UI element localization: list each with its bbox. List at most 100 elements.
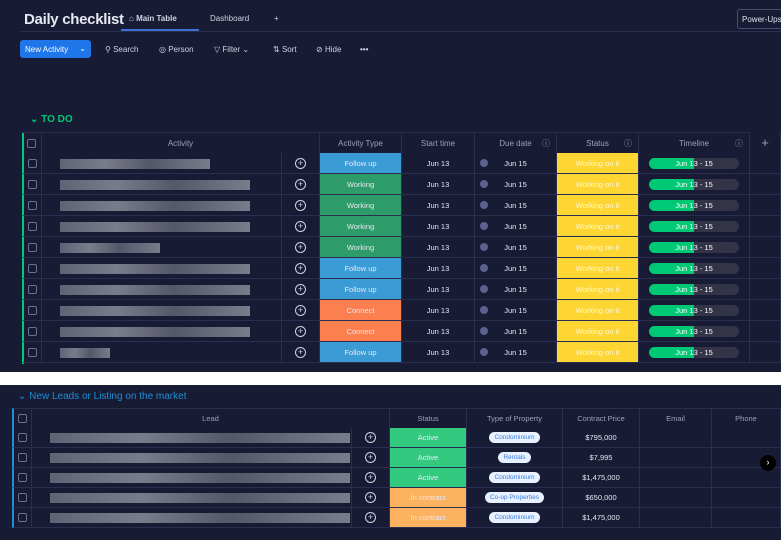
info-icon[interactable]: ⓘ — [735, 138, 743, 149]
row-checkbox[interactable] — [22, 258, 42, 279]
status-cell[interactable]: Working on it — [557, 279, 639, 300]
start-time-cell[interactable]: Jun 13 — [402, 258, 475, 279]
status-cell[interactable]: In contract — [390, 508, 467, 528]
new-activity-button[interactable]: New Activity ⌄ — [20, 40, 91, 58]
property-type-cell[interactable]: Condominium — [467, 508, 563, 528]
start-time-cell[interactable]: Jun 13 — [402, 174, 475, 195]
row-checkbox[interactable] — [22, 300, 42, 321]
activity-type-cell[interactable]: Working — [320, 174, 402, 195]
add-tab-button[interactable]: + — [274, 14, 279, 23]
start-time-cell[interactable]: Jun 13 — [402, 195, 475, 216]
due-date-cell[interactable]: Jun 15 — [475, 321, 557, 342]
phone-cell[interactable] — [712, 508, 781, 528]
start-time-cell[interactable]: Jun 13 — [402, 216, 475, 237]
email-cell[interactable] — [640, 488, 712, 508]
more-options-button[interactable]: ••• — [360, 45, 368, 54]
due-date-cell[interactable]: Jun 15 — [475, 258, 557, 279]
add-update-button[interactable]: + — [282, 195, 320, 216]
phone-cell[interactable] — [712, 428, 781, 448]
phone-cell[interactable] — [712, 488, 781, 508]
row-checkbox[interactable] — [22, 174, 42, 195]
search-button[interactable]: ⚲ Search — [105, 45, 138, 54]
due-date-cell[interactable]: Jun 15 — [475, 237, 557, 258]
due-date-cell[interactable]: Jun 15 — [475, 153, 557, 174]
add-update-button[interactable]: + — [282, 153, 320, 174]
column-header[interactable]: Activity Type — [320, 132, 402, 153]
add-update-button[interactable]: + — [352, 448, 390, 468]
add-update-button[interactable]: + — [282, 216, 320, 237]
phone-cell[interactable] — [712, 468, 781, 488]
select-all-checkbox[interactable] — [22, 132, 42, 153]
timeline-cell[interactable]: Jun 13 - 15 — [639, 279, 750, 300]
row-checkbox[interactable] — [12, 468, 32, 488]
start-time-cell[interactable]: Jun 13 — [402, 300, 475, 321]
column-header[interactable]: Contract Price — [563, 408, 640, 428]
hide-button[interactable]: ⊘ Hide — [316, 45, 341, 54]
status-cell[interactable]: Working on it — [557, 300, 639, 321]
add-update-button[interactable]: + — [282, 279, 320, 300]
tab-dashboard[interactable]: Dashboard — [210, 14, 249, 23]
start-time-cell[interactable]: Jun 13 — [402, 321, 475, 342]
timeline-cell[interactable]: Jun 13 - 15 — [639, 237, 750, 258]
activity-type-cell[interactable]: Working — [320, 216, 402, 237]
add-column-button[interactable]: + — [750, 132, 781, 153]
column-header[interactable]: Start time — [402, 132, 475, 153]
status-cell[interactable]: Working on it — [557, 321, 639, 342]
timeline-cell[interactable]: Jun 13 - 15 — [639, 195, 750, 216]
chevron-down-icon[interactable]: ⌄ — [18, 391, 29, 402]
scroll-right-button[interactable]: › — [760, 455, 776, 471]
info-icon[interactable]: ⓘ — [542, 138, 550, 149]
add-update-button[interactable]: + — [352, 508, 390, 528]
chevron-down-icon[interactable]: ⌄ — [30, 114, 41, 125]
add-update-button[interactable]: + — [282, 342, 320, 363]
due-date-cell[interactable]: Jun 15 — [475, 195, 557, 216]
column-header[interactable]: Lead — [32, 408, 390, 428]
row-checkbox[interactable] — [22, 342, 42, 363]
tab-main-table[interactable]: ⌂ Main Table — [129, 14, 177, 23]
row-checkbox[interactable] — [22, 321, 42, 342]
status-cell[interactable]: Working on it — [557, 174, 639, 195]
due-date-cell[interactable]: Jun 15 — [475, 216, 557, 237]
row-checkbox[interactable] — [22, 237, 42, 258]
info-icon[interactable]: ⓘ — [624, 138, 632, 149]
column-header[interactable]: Email — [640, 408, 712, 428]
activity-type-cell[interactable]: Working — [320, 237, 402, 258]
add-update-button[interactable]: + — [282, 258, 320, 279]
row-checkbox[interactable] — [22, 195, 42, 216]
timeline-cell[interactable]: Jun 13 - 15 — [639, 300, 750, 321]
row-checkbox[interactable] — [12, 428, 32, 448]
activity-type-cell[interactable]: Connect — [320, 300, 402, 321]
row-checkbox[interactable] — [12, 488, 32, 508]
timeline-cell[interactable]: Jun 13 - 15 — [639, 153, 750, 174]
status-cell[interactable]: Working on it — [557, 258, 639, 279]
row-checkbox[interactable] — [22, 279, 42, 300]
group-todo-header[interactable]: ⌄ TO DO — [30, 114, 73, 125]
timeline-cell[interactable]: Jun 13 - 15 — [639, 258, 750, 279]
due-date-cell[interactable]: Jun 15 — [475, 342, 557, 363]
start-time-cell[interactable]: Jun 13 — [402, 279, 475, 300]
activity-type-cell[interactable]: Follow up — [320, 258, 402, 279]
add-update-button[interactable]: + — [352, 488, 390, 508]
email-cell[interactable] — [640, 508, 712, 528]
email-cell[interactable] — [640, 448, 712, 468]
property-type-cell[interactable]: Condominium — [467, 428, 563, 448]
due-date-cell[interactable]: Jun 15 — [475, 300, 557, 321]
timeline-cell[interactable]: Jun 13 - 15 — [639, 216, 750, 237]
select-all-checkbox[interactable] — [12, 408, 32, 428]
row-checkbox[interactable] — [12, 508, 32, 528]
property-type-cell[interactable]: Rentals — [467, 448, 563, 468]
activity-type-cell[interactable]: Follow up — [320, 342, 402, 363]
column-header[interactable]: Status — [390, 408, 467, 428]
activity-type-cell[interactable]: Follow up — [320, 153, 402, 174]
add-update-button[interactable]: + — [352, 428, 390, 448]
add-update-button[interactable]: + — [282, 237, 320, 258]
sort-button[interactable]: ⇅ Sort — [273, 45, 297, 54]
column-header[interactable]: Status ⓘ — [557, 132, 639, 153]
start-time-cell[interactable]: Jun 13 — [402, 342, 475, 363]
activity-type-cell[interactable]: Follow up — [320, 279, 402, 300]
start-time-cell[interactable]: Jun 13 — [402, 153, 475, 174]
status-cell[interactable]: In contract — [390, 488, 467, 508]
status-cell[interactable]: Working on it — [557, 195, 639, 216]
column-header[interactable]: Type of Property — [467, 408, 563, 428]
status-cell[interactable]: Active — [390, 448, 467, 468]
